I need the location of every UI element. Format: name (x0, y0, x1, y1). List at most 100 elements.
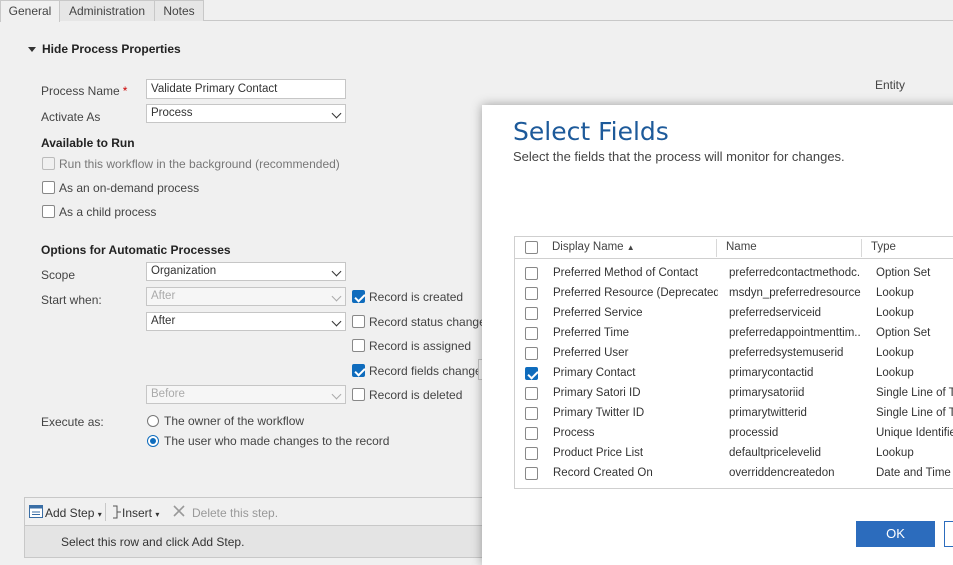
tab-notes[interactable]: Notes (154, 0, 204, 21)
run-background-checkbox[interactable] (42, 157, 55, 170)
table-row[interactable]: Primary Satori ID primarysatoriid Single L… (515, 384, 953, 404)
add-step-button[interactable]: Add Step ▾ (45, 506, 102, 520)
row-checkbox[interactable] (525, 367, 538, 380)
cell-name: preferredsystemuserid (729, 347, 844, 359)
step-row[interactable]: Select this row and click Add Step. (24, 525, 494, 558)
row-checkbox[interactable] (525, 287, 538, 300)
table-row[interactable]: Preferred Time preferredappointmenttim...… (515, 324, 953, 344)
table-row[interactable]: Preferred User preferredsystemuserid Looku… (515, 344, 953, 364)
column-name[interactable]: Name (726, 241, 757, 253)
table-row[interactable]: Preferred Service preferredserviceid Looku… (515, 304, 953, 324)
row-checkbox[interactable] (525, 467, 538, 480)
table-row[interactable]: Process processid Unique Identifie (515, 424, 953, 444)
tab-general[interactable]: General (0, 0, 60, 22)
activate-as-select[interactable]: Process (146, 104, 346, 123)
owner-radio[interactable] (147, 415, 159, 427)
table-row[interactable]: Product Price List defaultpricelevelid Loo… (515, 444, 953, 464)
table-row[interactable]: Primary Twitter ID primarytwitterid Single… (515, 404, 953, 424)
cancel-button[interactable] (944, 521, 953, 547)
start-when-status-select[interactable]: After (146, 312, 346, 331)
start-when-deleted-select[interactable]: Before (146, 385, 346, 404)
record-status-label: Record status changes (369, 315, 492, 329)
cell-name: primarycontactid (729, 367, 814, 379)
cell-name: overriddencreatedon (729, 467, 835, 479)
delete-step-button[interactable]: Delete this step. (192, 506, 278, 520)
chevron-down-icon (331, 389, 342, 400)
cell-type: Lookup (876, 367, 914, 379)
chevron-down-icon (331, 291, 342, 302)
run-background-label: Run this workflow in the background (rec… (59, 157, 340, 171)
tab-administration[interactable]: Administration (59, 0, 155, 21)
cell-name: primarytwitterid (729, 407, 807, 419)
process-name-label: Process Name * (41, 84, 128, 98)
row-checkbox[interactable] (525, 347, 538, 360)
sort-ascending-icon: ▲ (626, 243, 635, 252)
table-row[interactable]: Record Created On overriddencreatedon Date… (515, 464, 953, 484)
start-when-created-select[interactable]: After (146, 287, 346, 306)
table-row[interactable]: Primary Contact primarycontactid Lookup (515, 364, 953, 384)
row-checkbox[interactable] (525, 387, 538, 400)
dialog-subtitle: Select the fields that the process will … (513, 149, 845, 164)
column-separator (716, 239, 717, 257)
on-demand-checkbox[interactable] (42, 181, 55, 194)
cell-display-name: Primary Twitter ID (553, 407, 645, 419)
user-radio[interactable] (147, 435, 159, 447)
chevron-down-icon (331, 316, 342, 327)
cell-display-name: Record Created On (553, 467, 653, 479)
record-created-label: Record is created (369, 290, 464, 304)
collapse-triangle-icon (28, 47, 36, 52)
row-checkbox[interactable] (525, 447, 538, 460)
cell-display-name: Preferred Resource (Deprecated) (553, 287, 718, 299)
cell-display-name: Process (553, 427, 595, 439)
cell-name: defaultpricelevelid (729, 447, 822, 459)
grid-header: Display Name ▲ Name Type (515, 237, 953, 259)
table-row[interactable]: Preferred Resource (Deprecated) msdyn_pre… (515, 284, 953, 304)
record-created-checkbox[interactable] (352, 290, 365, 303)
ok-button[interactable]: OK (856, 521, 935, 547)
column-separator (861, 239, 862, 257)
chevron-down-icon (331, 266, 342, 277)
select-all-checkbox[interactable] (525, 241, 538, 254)
record-fields-label: Record fields change (369, 364, 482, 378)
add-step-icon (29, 505, 43, 521)
cell-name: preferredcontactmethodc... (729, 267, 861, 279)
chevron-down-icon (331, 108, 342, 119)
cell-name: msdyn_preferredresource (729, 287, 861, 299)
process-name-input[interactable]: Validate Primary Contact (146, 79, 346, 99)
cell-type: Single Line of Te (876, 387, 953, 399)
execute-as-label: Execute as: (41, 415, 104, 429)
cell-type: Option Set (876, 267, 931, 279)
dialog-title: Select Fields (513, 117, 669, 146)
insert-button[interactable]: Insert ▾ (122, 506, 159, 520)
cell-name: primarysatoriid (729, 387, 805, 399)
cell-display-name: Preferred Service (553, 307, 643, 319)
column-type[interactable]: Type (871, 241, 896, 253)
row-checkbox[interactable] (525, 307, 538, 320)
cell-display-name: Preferred Method of Contact (553, 267, 699, 279)
row-checkbox[interactable] (525, 327, 538, 340)
cell-type: Lookup (876, 347, 914, 359)
column-display-name[interactable]: Display Name ▲ (552, 241, 635, 253)
cell-type: Date and Time (876, 467, 951, 479)
cell-type: Single Line of Te (876, 407, 953, 419)
cell-display-name: Preferred Time (553, 327, 630, 339)
cell-display-name: Product Price List (553, 447, 644, 459)
record-assigned-checkbox[interactable] (352, 339, 365, 352)
row-checkbox[interactable] (525, 267, 538, 280)
row-checkbox[interactable] (525, 407, 538, 420)
record-fields-checkbox[interactable] (352, 364, 365, 377)
table-row[interactable]: Preferred Method of Contact preferredcont… (515, 264, 953, 284)
entity-label: Entity (875, 78, 906, 92)
delete-x-icon (172, 504, 186, 521)
child-process-checkbox[interactable] (42, 205, 55, 218)
record-status-checkbox[interactable] (352, 315, 365, 328)
user-radio-label: The user who made changes to the record (164, 434, 390, 448)
options-heading: Options for Automatic Processes (41, 243, 231, 257)
on-demand-label: As an on-demand process (59, 181, 200, 195)
cell-type: Lookup (876, 307, 914, 319)
tab-bar: General Administration Notes (0, 0, 953, 22)
record-deleted-checkbox[interactable] (352, 388, 365, 401)
row-checkbox[interactable] (525, 427, 538, 440)
hide-process-properties-toggle[interactable]: Hide Process Properties (28, 42, 181, 56)
scope-select[interactable]: Organization (146, 262, 346, 281)
